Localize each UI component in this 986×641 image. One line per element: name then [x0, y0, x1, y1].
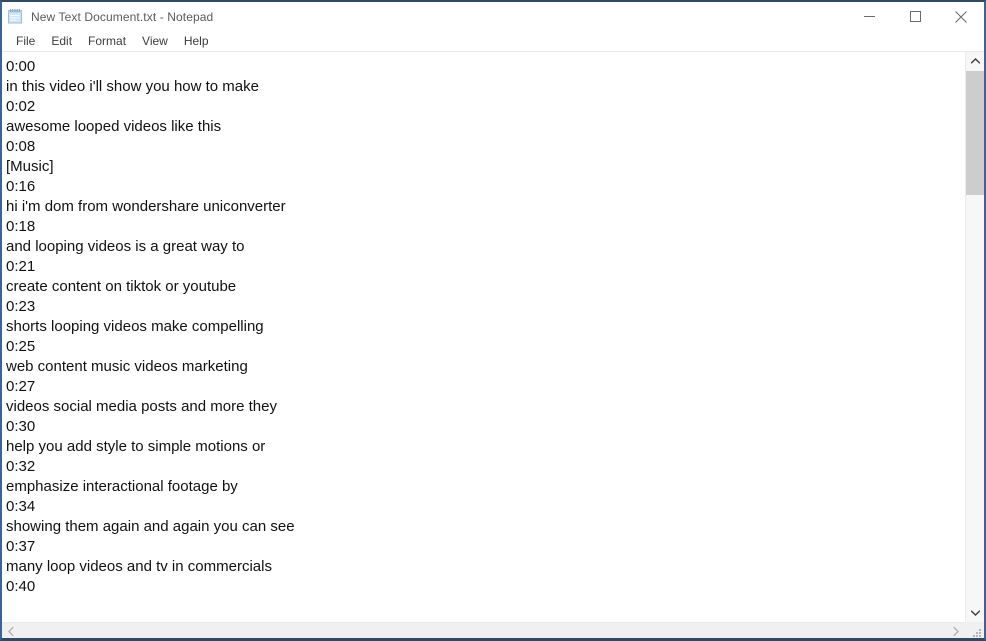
text-line: help you add style to simple motions or	[6, 438, 266, 455]
menu-item-edit[interactable]: Edit	[43, 32, 80, 51]
title-bar[interactable]: New Text Document.txt - Notepad	[2, 2, 984, 31]
text-line: 0:18	[6, 218, 36, 235]
text-line: create content on tiktok or youtube	[6, 278, 237, 295]
text-line: 0:21	[6, 258, 36, 275]
text-line: awesome looped videos like this	[6, 118, 222, 135]
notepad-window: New Text Document.txt - Notepad File Edi…	[0, 0, 986, 641]
scroll-right-button[interactable]	[947, 623, 965, 638]
menu-item-format[interactable]: Format	[80, 32, 134, 51]
text-line: many loop videos and tv in commercials	[6, 558, 272, 575]
maximize-button[interactable]	[892, 2, 938, 31]
text-line: 0:25	[6, 338, 36, 355]
text-line: 0:30	[6, 418, 36, 435]
text-line: in this video i'll show you how to make	[6, 78, 259, 95]
minimize-button[interactable]	[846, 2, 892, 31]
minimize-icon	[863, 16, 875, 17]
vertical-scrollbar[interactable]	[965, 52, 984, 622]
text-line: 0:00	[6, 58, 36, 75]
text-line: 0:34	[6, 498, 36, 515]
text-line: shorts looping videos make compelling	[6, 318, 264, 335]
close-button[interactable]	[938, 2, 984, 31]
text-line: 0:27	[6, 378, 36, 395]
text-line: 0:23	[6, 298, 36, 315]
chevron-left-icon	[8, 627, 14, 636]
close-icon	[955, 10, 967, 23]
text-line: 0:40	[6, 578, 36, 595]
menu-bar: File Edit Format View Help	[2, 31, 984, 52]
text-line: emphasize interactional footage by	[6, 478, 238, 495]
vertical-scrollbar-thumb[interactable]	[966, 71, 984, 195]
maximize-icon	[909, 11, 921, 22]
scroll-down-button[interactable]	[966, 604, 984, 622]
resize-grip[interactable]	[973, 629, 981, 637]
menu-item-help[interactable]: Help	[176, 32, 217, 51]
menu-item-view[interactable]: View	[134, 32, 176, 51]
text-line: showing them again and again you can see	[6, 518, 295, 535]
scroll-up-button[interactable]	[966, 52, 984, 70]
text-line: 0:32	[6, 458, 36, 475]
chevron-down-icon	[970, 610, 980, 616]
text-line: hi i'm dom from wondershare uniconverter	[6, 198, 286, 215]
text-line: web content music videos marketing	[6, 358, 248, 375]
window-title: New Text Document.txt - Notepad	[31, 9, 214, 24]
text-line: [Music]	[6, 158, 54, 175]
chevron-right-icon	[953, 627, 959, 636]
text-line: 0:16	[6, 178, 36, 195]
editor-area: 0:00 in this video i'll show you how to m…	[2, 52, 984, 638]
text-line: 0:37	[6, 538, 36, 555]
text-editor[interactable]: 0:00 in this video i'll show you how to m…	[2, 52, 965, 622]
text-line: 0:08	[6, 138, 36, 155]
window-controls	[846, 2, 984, 31]
text-line: videos social media posts and more they	[6, 398, 277, 415]
scroll-left-button[interactable]	[2, 623, 20, 638]
scrollbar-corner	[965, 622, 984, 638]
text-line: 0:02	[6, 98, 36, 115]
horizontal-scrollbar[interactable]	[2, 622, 965, 638]
menu-item-file[interactable]: File	[8, 32, 43, 51]
notepad-icon	[7, 8, 24, 25]
chevron-up-icon	[970, 58, 980, 64]
text-line: and looping videos is a great way to	[6, 238, 245, 255]
